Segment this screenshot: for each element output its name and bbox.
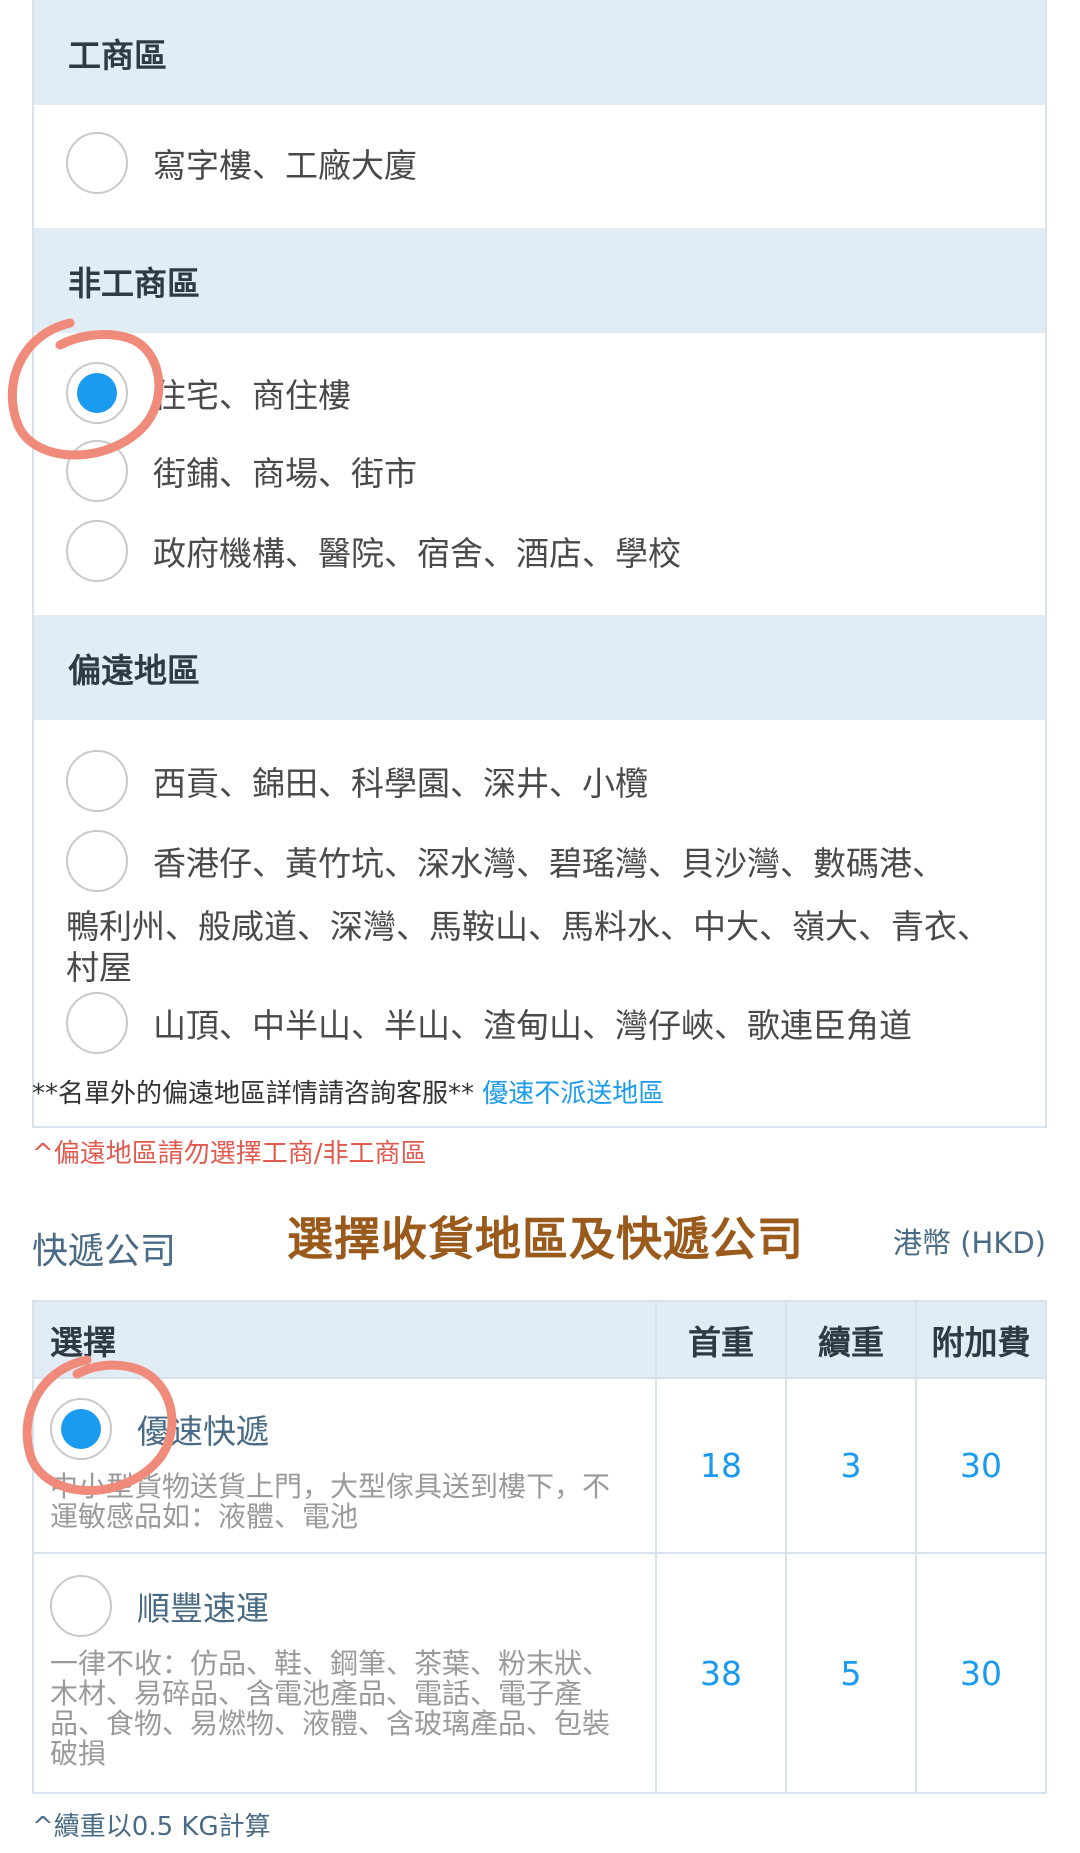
option-remote-3[interactable]: 山頂、中半山、半山、渣甸山、灣仔峽、歌連臣角道	[66, 992, 912, 1054]
option-shops-malls[interactable]: 街鋪、商場、街市	[66, 440, 417, 502]
courier-name: 優速快遞	[137, 1411, 269, 1451]
column-header-select: 選擇	[32, 1300, 657, 1379]
option-label: 住宅、商住樓	[153, 376, 351, 415]
section-header-industrial: 工商區	[34, 0, 1045, 105]
table-row[interactable]: 順豐速運 一律不收：仿品、鞋、鋼筆、茶葉、粉末狀、木材、易碎品、含電池產品、電話…	[32, 1552, 1047, 1794]
column-header-surcharge: 附加費	[915, 1300, 1047, 1379]
radio-button[interactable]	[66, 992, 128, 1054]
courier-option-cell[interactable]: 優速快遞 中小型貨物送貨上門，大型傢具送到樓下，不運敏感品如：液體、電池	[32, 1377, 657, 1554]
region-panel: 工商區 寫字樓、工廠大廈 非工商區 住宅、商住樓 街鋪、商場、街市 政府機構、醫…	[32, 0, 1047, 1128]
radio-button-selected[interactable]	[66, 362, 128, 424]
courier-description: 一律不收：仿品、鞋、鋼筆、茶葉、粉末狀、木材、易碎品、含電池產品、電話、電子產品…	[50, 1647, 611, 1770]
option-label: 香港仔、黃竹坑、深水灣、碧瑤灣、貝沙灣、數碼港、	[153, 844, 945, 883]
remote-note: **名單外的偏遠地區詳情請咨詢客服** 優速不派送地區	[32, 1073, 664, 1110]
radio-button[interactable]	[50, 1575, 112, 1637]
currency-label: 港幣 (HKD)	[892, 1226, 1046, 1260]
table-header-row: 選擇 首重 續重 附加費	[32, 1300, 1047, 1379]
radio-dot-icon	[61, 1408, 101, 1449]
radio-button[interactable]	[66, 440, 128, 502]
no-delivery-areas-link[interactable]: 優速不派送地區	[482, 1079, 664, 1109]
overlay-title: 選擇收貨地區及快遞公司	[287, 1212, 804, 1266]
option-remote-1[interactable]: 西貢、錦田、科學園、深井、小欖	[66, 750, 648, 812]
option-office-factory[interactable]: 寫字樓、工廠大廈	[66, 132, 417, 194]
first-weight-price: 18	[655, 1377, 787, 1554]
radio-button[interactable]	[66, 830, 128, 892]
radio-dot-icon	[77, 373, 117, 413]
column-header-first-weight: 首重	[655, 1300, 787, 1379]
option-label: 街鋪、商場、街市	[153, 454, 417, 493]
section-header-non-industrial: 非工商區	[34, 228, 1045, 333]
courier-option-yousu[interactable]: 優速快遞	[50, 1397, 639, 1460]
courier-name: 順豐速運	[137, 1589, 269, 1628]
additional-weight-price: 3	[785, 1377, 917, 1554]
radio-button[interactable]	[66, 132, 128, 194]
courier-section-title: 快遞公司	[32, 1231, 177, 1272]
section-header-remote: 偏遠地區	[34, 615, 1045, 720]
surcharge-price: 30	[915, 1552, 1047, 1794]
table-row[interactable]: 優速快遞 中小型貨物送貨上門，大型傢具送到樓下，不運敏感品如：液體、電池 18 …	[32, 1377, 1047, 1554]
option-residential[interactable]: 住宅、商住樓	[66, 362, 351, 424]
option-label: 政府機構、醫院、宿舍、酒店、學校	[153, 534, 681, 573]
additional-weight-price: 5	[785, 1552, 917, 1794]
courier-description: 中小型貨物送貨上門，大型傢具送到樓下，不運敏感品如：液體、電池	[50, 1469, 611, 1533]
option-government-hospital[interactable]: 政府機構、醫院、宿舍、酒店、學校	[66, 520, 681, 582]
courier-option-sf[interactable]: 順豐速運	[50, 1575, 639, 1637]
option-remote-2[interactable]: 香港仔、黃竹坑、深水灣、碧瑤灣、貝沙灣、數碼港、	[66, 830, 945, 892]
radio-button[interactable]	[66, 520, 128, 582]
courier-option-cell[interactable]: 順豐速運 一律不收：仿品、鞋、鋼筆、茶葉、粉末狀、木材、易碎品、含電池產品、電話…	[32, 1552, 657, 1794]
surcharge-price: 30	[915, 1377, 1047, 1554]
remote-warning: ^偏遠地區請勿選擇工商/非工商區	[32, 1139, 427, 1169]
column-header-additional-weight: 續重	[785, 1300, 917, 1379]
option-label: 山頂、中半山、半山、渣甸山、灣仔峽、歌連臣角道	[153, 1006, 912, 1045]
option-label: 寫字樓、工廠大廈	[153, 146, 417, 185]
remote-note-text: **名單外的偏遠地區詳情請咨詢客服**	[32, 1079, 475, 1109]
footnote: ^續重以0.5 KG計算	[32, 1812, 271, 1842]
option-label: 西貢、錦田、科學園、深井、小欖	[153, 764, 648, 803]
option-remote-2-continued: 鴨利州、般咸道、深灣、馬鞍山、馬料水、中大、嶺大、青衣、村屋	[66, 907, 990, 987]
first-weight-price: 38	[655, 1552, 787, 1794]
courier-table: 選擇 首重 續重 附加費 優速快遞 中小型貨物送貨上門，大型傢具送到樓下，不運敏…	[32, 1300, 1047, 1794]
radio-button-selected[interactable]	[50, 1397, 112, 1460]
radio-button[interactable]	[66, 750, 128, 812]
